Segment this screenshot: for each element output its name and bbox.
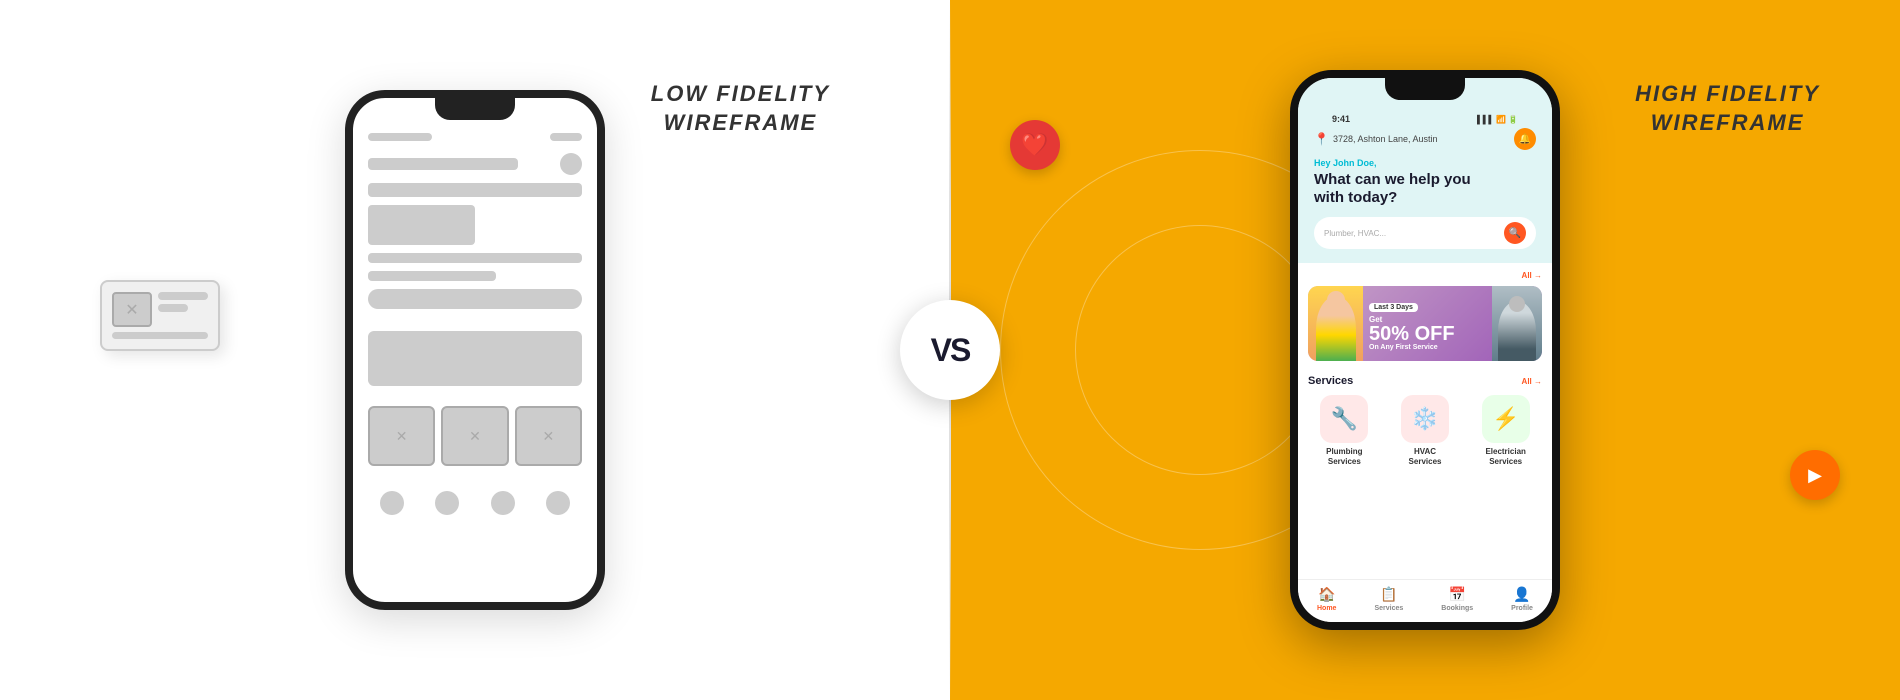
- head-figure-2: [1509, 296, 1525, 312]
- home-icon: 🏠: [1318, 586, 1335, 603]
- bookings-label: Bookings: [1441, 605, 1473, 612]
- wireframe-floating-card: [100, 280, 220, 351]
- services-all-link[interactable]: All →: [1522, 377, 1542, 386]
- wireframe-circle: [560, 153, 582, 175]
- home-label: Home: [1317, 605, 1336, 612]
- wireframe-nav: [368, 491, 582, 515]
- location-text: 3728, Ashton Lane, Austin: [1333, 134, 1438, 144]
- notification-button[interactable]: 🔔: [1514, 128, 1536, 150]
- signal-bar: ▌▌▌: [1477, 115, 1494, 124]
- heart-badge: ❤️: [1010, 120, 1060, 170]
- hvac-label: HVACServices: [1409, 447, 1442, 466]
- service-item-hvac[interactable]: ❄️ HVACServices: [1389, 395, 1462, 466]
- wireframe-bar: [368, 253, 582, 263]
- wireframe-bar: [368, 133, 432, 141]
- services-header: Services All →: [1308, 375, 1542, 387]
- status-time: 9:41: [1332, 114, 1350, 124]
- wireframe-card: ✕: [368, 406, 435, 466]
- nav-bookings[interactable]: 📅 Bookings: [1441, 586, 1473, 612]
- nav-home[interactable]: 🏠 Home: [1317, 586, 1336, 612]
- nav-services[interactable]: 📋 Services: [1374, 586, 1403, 612]
- wireframe-image-placeholder: [112, 292, 152, 327]
- app-header: 9:41 ▌▌▌ 📶 🔋 📍 3728, Ashton Lane, Austin…: [1298, 78, 1552, 263]
- hvac-icon: ❄️: [1411, 406, 1438, 432]
- plumbing-label: PlumbingServices: [1326, 447, 1362, 466]
- bottom-nav: 🏠 Home 📋 Services 📅 Bookings 👤 Profile: [1298, 579, 1552, 622]
- promo-section: All → Last 3 Days Get 50% OFF On Any F: [1298, 263, 1552, 367]
- status-bar: 9:41 ▌▌▌ 📶 🔋: [1314, 86, 1536, 128]
- nav-profile[interactable]: 👤 Profile: [1511, 586, 1533, 612]
- search-button[interactable]: 🔍: [1504, 222, 1526, 244]
- wireframe-card: ✕: [441, 406, 508, 466]
- head-figure: [1327, 291, 1345, 309]
- signal-icons: ▌▌▌ 📶 🔋: [1477, 115, 1518, 124]
- promo-subtext: On Any First Service: [1369, 344, 1488, 351]
- wireframe-nav-icon: [546, 491, 570, 515]
- bookings-icon: 📅: [1448, 586, 1465, 603]
- wireframe-card: ✕: [515, 406, 582, 466]
- wireframe-bar: [368, 205, 475, 245]
- electrician-icon-wrap: ⚡: [1482, 395, 1530, 443]
- wireframe-bar: [368, 183, 582, 197]
- location-pin-icon: 📍: [1314, 132, 1329, 146]
- play-badge: ▶: [1790, 450, 1840, 500]
- deco-circle-medium: [1075, 225, 1325, 475]
- search-placeholder: Plumber, HVAC...: [1324, 229, 1498, 238]
- services-section: Services All → 🔧 PlumbingServices ❄️: [1298, 367, 1552, 579]
- low-fidelity-label: LOW FIDELITY WIREFRAME: [651, 80, 830, 137]
- person-figure-2: [1498, 301, 1536, 361]
- left-panel: LOW FIDELITY WIREFRAME: [0, 0, 950, 700]
- greeting-text: Hey John Doe,: [1314, 158, 1536, 168]
- wireframe-bar: [368, 158, 518, 170]
- service-item-electrician[interactable]: ⚡ ElectricianServices: [1469, 395, 1542, 466]
- hvac-icon-wrap: ❄️: [1401, 395, 1449, 443]
- electrician-label: ElectricianServices: [1485, 447, 1525, 466]
- wireframe-nav-icon: [491, 491, 515, 515]
- promo-all-link[interactable]: All →: [1522, 271, 1542, 280]
- wireframe-nav-icon: [380, 491, 404, 515]
- promo-percent: 50% OFF: [1369, 324, 1488, 344]
- promo-image-left: [1308, 286, 1363, 361]
- right-panel: HIGH FIDELITY WIREFRAME ❤️ ▶ 9:41 ▌▌▌ 📶 …: [950, 0, 1900, 700]
- profile-label: Profile: [1511, 605, 1533, 612]
- services-icon: 📋: [1380, 586, 1397, 603]
- electrician-icon: ⚡: [1492, 406, 1519, 432]
- app-content: 9:41 ▌▌▌ 📶 🔋 📍 3728, Ashton Lane, Austin…: [1298, 78, 1552, 622]
- wireframe-nav-icon: [435, 491, 459, 515]
- wireframe-content: ✕ ✕ ✕: [353, 103, 597, 530]
- plumbing-icon: 🔧: [1331, 406, 1358, 432]
- location-row: 📍 3728, Ashton Lane, Austin 🔔: [1314, 128, 1536, 150]
- service-item-plumbing[interactable]: 🔧 PlumbingServices: [1308, 395, 1381, 466]
- search-bar[interactable]: Plumber, HVAC... 🔍: [1314, 217, 1536, 249]
- battery-icon: 🔋: [1508, 115, 1518, 124]
- tagline: What can we help you with today?: [1314, 171, 1536, 207]
- wireframe-bar: [158, 304, 188, 312]
- promo-header: All →: [1308, 271, 1542, 280]
- promo-image-right: [1492, 286, 1542, 361]
- wireframe-bar: [368, 271, 496, 281]
- wireframe-phone: ✕ ✕ ✕: [345, 90, 605, 610]
- services-grid: 🔧 PlumbingServices ❄️ HVACServices ⚡: [1308, 395, 1542, 466]
- promo-banner: Last 3 Days Get 50% OFF On Any First Ser…: [1308, 286, 1542, 361]
- wireframe-bar: [158, 292, 208, 300]
- high-fidelity-label: HIGH FIDELITY WIREFRAME: [1635, 80, 1820, 137]
- promo-text: Last 3 Days Get 50% OFF On Any First Ser…: [1369, 296, 1488, 351]
- vs-badge: VS: [900, 300, 1000, 400]
- wireframe-banner: [368, 331, 582, 386]
- wireframe-bar: [550, 133, 582, 141]
- last-days-badge: Last 3 Days: [1369, 303, 1418, 312]
- wireframe-search: [368, 289, 582, 309]
- services-label: Services: [1374, 605, 1403, 612]
- plumbing-icon-wrap: 🔧: [1320, 395, 1368, 443]
- hifi-phone: 9:41 ▌▌▌ 📶 🔋 📍 3728, Ashton Lane, Austin…: [1290, 70, 1560, 630]
- person-figure: [1316, 296, 1356, 361]
- services-title: Services: [1308, 375, 1353, 387]
- profile-icon: 👤: [1513, 586, 1530, 603]
- wireframe-bar: [112, 332, 208, 339]
- wifi-icon: 📶: [1496, 115, 1506, 124]
